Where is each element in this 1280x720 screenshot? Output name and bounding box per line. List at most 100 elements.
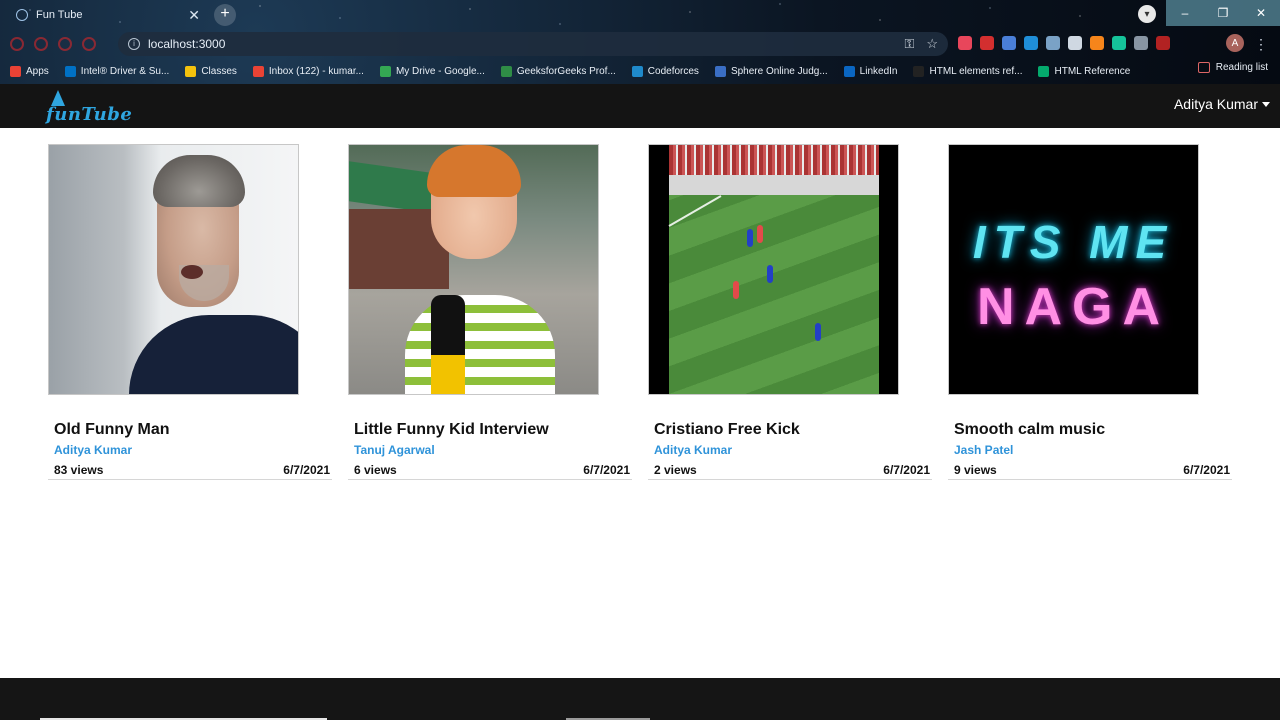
video-thumbnail[interactable] — [648, 144, 899, 395]
browser-menu-icon[interactable]: ⋮ — [1254, 36, 1268, 53]
extensions-bar — [958, 36, 1170, 50]
translate-extension-icon[interactable] — [1002, 36, 1016, 50]
video-title[interactable]: Cristiano Free Kick — [654, 421, 932, 441]
video-title[interactable]: Old Funny Man — [54, 421, 332, 441]
bookmark-item[interactable]: Intel® Driver & Su... — [64, 65, 170, 77]
bookmark-label: LinkedIn — [859, 65, 898, 77]
bookmark-label: My Drive - Google... — [395, 65, 485, 77]
bookmark-item[interactable]: My Drive - Google... — [379, 65, 485, 77]
caret-down-icon — [1262, 101, 1270, 107]
bookmark-label: Sphere Online Judg... — [730, 65, 828, 77]
tab-title: Fun Tube — [36, 9, 83, 21]
bookmark-item[interactable]: Apps — [10, 65, 49, 77]
bookmark-label: Classes — [201, 65, 237, 77]
site-info-icon[interactable]: i — [128, 38, 140, 50]
bookmark-label: Codeforces — [647, 65, 699, 77]
minimize-button[interactable]: – — [1166, 0, 1204, 26]
profile-avatar[interactable]: A — [1226, 34, 1244, 52]
video-thumbnail[interactable]: ITS ME NAGA — [948, 144, 1199, 395]
bookmark-label: Intel® Driver & Su... — [80, 65, 170, 77]
reading-list-icon — [1197, 62, 1210, 73]
bookmark-item[interactable]: Codeforces — [631, 65, 699, 77]
metamask-extension-icon[interactable] — [1090, 36, 1104, 50]
video-author[interactable]: Aditya Kumar — [654, 443, 932, 459]
video-date: 6/7/2021 — [283, 463, 330, 477]
close-tab-icon[interactable]: ✕ — [188, 7, 200, 24]
video-views: 2 views — [654, 463, 697, 477]
restore-button[interactable]: ❐ — [1204, 0, 1242, 26]
video-date: 6/7/2021 — [583, 463, 630, 477]
logo-text: funTube — [46, 104, 133, 125]
tablet-extension-icon[interactable] — [1046, 36, 1060, 50]
close-window-button[interactable]: ✕ — [1242, 0, 1280, 26]
bookmark-star-icon[interactable]: ☆ — [926, 36, 938, 52]
bookmark-favicon-icon — [714, 65, 726, 77]
bookmark-item[interactable]: Sphere Online Judg... — [714, 65, 828, 77]
url-text[interactable]: localhost:3000 — [148, 37, 892, 51]
bookmark-favicon-icon — [1038, 65, 1050, 77]
back-icon[interactable] — [10, 37, 24, 51]
video-author[interactable]: Aditya Kumar — [54, 443, 332, 459]
grammarly-extension-icon[interactable] — [1112, 36, 1126, 50]
tab-search-icon[interactable]: ▾ — [1138, 5, 1156, 23]
video-title[interactable]: Smooth calm music — [954, 421, 1232, 441]
bookmark-favicon-icon — [631, 65, 643, 77]
video-title[interactable]: Little Funny Kid Interview — [354, 421, 632, 441]
video-author[interactable]: Tanuj Agarwal — [354, 443, 632, 459]
bookmark-item[interactable]: HTML elements ref... — [913, 65, 1023, 77]
forward-icon[interactable] — [34, 37, 48, 51]
browser-chrome: Fun Tube ✕ + ▾ – ❐ ✕ i localhost:3000 ⚿ … — [0, 0, 1280, 84]
video-card[interactable]: Cristiano Free Kick Aditya Kumar 2 views… — [648, 144, 932, 480]
bookmark-favicon-icon — [500, 65, 512, 77]
reading-list-label: Reading list — [1215, 62, 1268, 73]
react-favicon-icon — [16, 9, 28, 21]
key-icon[interactable]: ⚿ — [904, 36, 914, 52]
bookmark-item[interactable]: LinkedIn — [843, 65, 898, 77]
browser-toolbar: i localhost:3000 ⚿ ☆ A ⋮ — [0, 30, 1280, 58]
bookmark-favicon-icon — [64, 65, 76, 77]
reload-icon[interactable] — [58, 37, 72, 51]
bookmark-item[interactable]: GeeksforGeeks Prof... — [500, 65, 616, 77]
thumbnail-text-line-1: ITS ME — [972, 216, 1175, 268]
video-thumbnail[interactable] — [48, 144, 299, 395]
app-header: funTube Aditya Kumar — [0, 84, 1280, 128]
video-views: 83 views — [54, 463, 104, 477]
bookmark-item[interactable]: Classes — [185, 65, 237, 77]
bookmark-favicon-icon — [252, 65, 264, 77]
pocket-extension-icon[interactable] — [958, 36, 972, 50]
user-name: Aditya Kumar — [1173, 96, 1258, 112]
pdf-extension-icon[interactable] — [980, 36, 994, 50]
video-card[interactable]: Little Funny Kid Interview Tanuj Agarwal… — [348, 144, 632, 480]
bookmark-label: Apps — [26, 65, 49, 77]
video-grid: Old Funny Man Aditya Kumar 83 views 6/7/… — [48, 144, 1248, 480]
bookmarks-bar: Apps Intel® Driver & Su... Classes Inbox (1… — [0, 60, 1280, 82]
bookmark-item[interactable]: HTML Reference — [1038, 65, 1131, 77]
video-card[interactable]: Old Funny Man Aditya Kumar 83 views 6/7/… — [48, 144, 332, 480]
new-tab-button[interactable]: + — [214, 4, 236, 26]
bookmark-label: Inbox (122) - kumar... — [268, 65, 364, 77]
puzzle-extension-icon[interactable] — [1156, 36, 1170, 50]
address-bar[interactable]: i localhost:3000 ⚿ ☆ — [118, 32, 948, 56]
bookmark-favicon-icon — [10, 65, 21, 77]
bookmark-item[interactable]: Inbox (122) - kumar... — [252, 65, 364, 77]
page-footer — [0, 678, 1280, 720]
bookmark-label: HTML elements ref... — [929, 65, 1023, 77]
video-date: 6/7/2021 — [1183, 463, 1230, 477]
bookmark-favicon-icon — [843, 65, 855, 77]
nav-buttons — [0, 37, 118, 51]
gauge-extension-icon[interactable] — [1068, 36, 1082, 50]
video-author[interactable]: Jash Patel — [954, 443, 1232, 459]
video-thumbnail[interactable] — [348, 144, 599, 395]
video-card[interactable]: ITS ME NAGA Smooth calm music Jash Patel… — [948, 144, 1232, 480]
bookmark-label: GeeksforGeeks Prof... — [516, 65, 616, 77]
video-views: 9 views — [954, 463, 997, 477]
extension-icon[interactable] — [82, 37, 96, 51]
reading-list-button[interactable]: Reading list — [1197, 62, 1268, 73]
shield-extension-icon[interactable] — [1134, 36, 1148, 50]
hp-extension-icon[interactable] — [1024, 36, 1038, 50]
browser-tab[interactable]: Fun Tube ✕ — [8, 2, 208, 28]
bookmark-favicon-icon — [379, 65, 391, 77]
bookmark-label: HTML Reference — [1054, 65, 1131, 77]
window-controls: – ❐ ✕ — [1166, 0, 1280, 26]
user-menu[interactable]: Aditya Kumar — [1174, 96, 1270, 112]
